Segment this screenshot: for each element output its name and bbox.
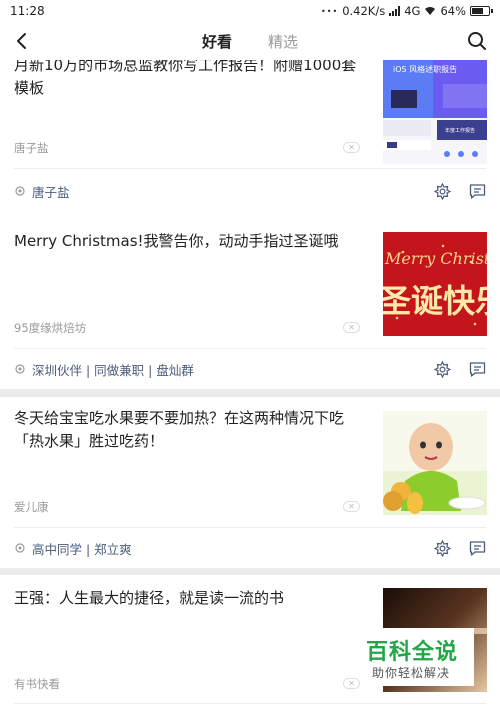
status-dots: •••	[321, 6, 339, 16]
article-card[interactable]: 冬天给宝宝吃水果要不要加热？在这两种情况下吃「热水果」胜过吃药！ 爱儿康 ✕ 高…	[0, 397, 500, 568]
gear-icon	[15, 543, 25, 553]
wow-icon[interactable]	[434, 360, 451, 378]
thumb-caption: iOS 风格述职报告	[393, 64, 457, 74]
dismiss-button[interactable]: ✕	[343, 501, 360, 512]
article-card[interactable]: Merry Christmas!我警告你，动动手指过圣诞哦 Merry Chri…	[0, 218, 500, 389]
article-feed: 月新10万的市场总监教你写工作报告！附赠1000套模板 iOS 风格述职报告 年…	[0, 60, 500, 711]
battery-icon	[470, 6, 493, 16]
chevron-left-icon	[17, 33, 26, 49]
watermark-logo: 百科全说 助你轻松解决	[362, 628, 474, 686]
article-actions	[434, 180, 486, 202]
gear-icon	[15, 186, 25, 196]
thumb-caption-2: 年度工作报告	[445, 127, 475, 134]
article-source: 有书快看	[14, 677, 60, 691]
article-tags[interactable]: 高中同学 | 郑立爽	[14, 537, 132, 559]
article-source: 95度缘烘焙坊	[14, 321, 87, 335]
signal-icon	[389, 6, 401, 16]
tab-bar: 好看 精选	[202, 31, 298, 52]
article-tags[interactable]: 深圳伙伴 | 同做兼职 | 盘灿群	[14, 358, 194, 380]
divider	[14, 348, 486, 349]
article-title[interactable]: 冬天给宝宝吃水果要不要加热？在这两种情况下吃「热水果」胜过吃药！	[14, 407, 369, 453]
comment-icon[interactable]	[469, 361, 486, 378]
wow-icon[interactable]	[434, 182, 451, 200]
status-indicators: ••• 0.42K/s 4G 64%	[321, 4, 493, 18]
article-actions	[434, 537, 486, 559]
battery-level: 64%	[440, 4, 466, 18]
article-title[interactable]: Merry Christmas!我警告你，动动手指过圣诞哦	[14, 230, 369, 253]
dismiss-button[interactable]: ✕	[343, 142, 360, 153]
article-source: 爱儿康	[14, 500, 49, 514]
search-button[interactable]	[462, 26, 492, 56]
back-button[interactable]	[6, 26, 36, 56]
divider	[14, 527, 486, 528]
article-tags[interactable]: 唐子盐	[14, 180, 70, 202]
tab-haokan[interactable]: 好看	[202, 31, 232, 52]
status-time: 11:28	[10, 4, 45, 18]
comment-icon[interactable]	[469, 183, 486, 200]
dismiss-button[interactable]: ✕	[343, 678, 360, 689]
tag-text[interactable]: 高中同学 | 郑立爽	[32, 539, 132, 558]
search-icon	[468, 32, 486, 50]
article-thumbnail[interactable]: iOS 风格述职报告 年度工作报告	[383, 60, 487, 164]
watermark-subtitle: 助你轻松解决	[372, 666, 451, 680]
comment-icon[interactable]	[469, 540, 486, 557]
network-type: 4G	[404, 4, 421, 18]
top-nav-bar: 好看 精选	[0, 22, 500, 60]
article-source: 唐子盐	[14, 141, 49, 155]
status-bar: 11:28 ••• 0.42K/s 4G 64%	[0, 0, 500, 22]
article-title[interactable]: 月新10万的市场总监教你写工作报告！附赠1000套模板	[14, 60, 369, 100]
dismiss-button[interactable]: ✕	[343, 322, 360, 333]
network-speed: 0.42K/s	[342, 4, 386, 18]
tag-text[interactable]: 唐子盐	[32, 182, 70, 201]
gear-icon	[15, 364, 25, 374]
tab-jingxuan[interactable]: 精选	[268, 31, 298, 52]
thumb-caption-2: 圣诞快乐	[383, 282, 487, 320]
watermark-title: 百科全说	[366, 640, 459, 665]
wow-icon[interactable]	[434, 539, 451, 557]
tag-text[interactable]: 深圳伙伴 | 同做兼职 | 盘灿群	[32, 360, 194, 379]
article-thumbnail[interactable]	[383, 411, 487, 515]
divider	[14, 703, 486, 704]
divider	[14, 168, 486, 169]
thumb-caption: Merry Christm	[384, 249, 487, 268]
article-actions	[434, 358, 486, 380]
article-title[interactable]: 王强：人生最大的捷径，就是读一流的书	[14, 587, 369, 610]
article-thumbnail[interactable]: Merry Christm 圣诞快乐	[383, 232, 487, 336]
wifi-icon	[425, 7, 436, 15]
